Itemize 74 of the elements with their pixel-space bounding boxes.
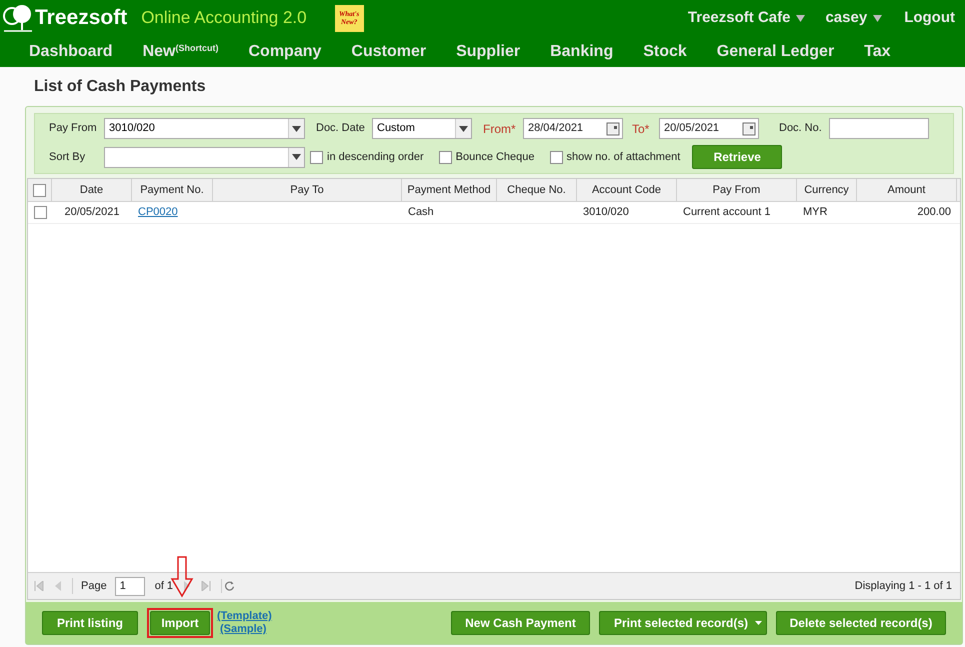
column-header[interactable]: Pay From xyxy=(677,179,797,201)
column-header[interactable]: Cheque No. xyxy=(497,179,577,201)
product-name: Online Accounting 2.0 xyxy=(141,7,307,30)
print-selected-button[interactable]: Print selected record(s) xyxy=(599,611,767,635)
user-menu[interactable]: casey xyxy=(825,6,868,30)
nav-item[interactable]: Dashboard xyxy=(29,40,113,64)
table-cell-text: MYR xyxy=(803,205,828,220)
column-header[interactable]: Account Code xyxy=(577,179,677,201)
template-link[interactable]: (Template) xyxy=(217,610,272,623)
column-header[interactable]: Currency xyxy=(797,179,857,201)
sample-link[interactable]: (Sample) xyxy=(220,623,272,636)
from-date-field[interactable]: 28/04/2021 xyxy=(523,118,623,139)
field-label: Doc. No. xyxy=(779,121,823,136)
field-label: Doc. Date xyxy=(316,121,366,136)
brand-name: Treezsoft xyxy=(35,5,128,32)
doc-date-select[interactable]: Custom xyxy=(372,118,472,139)
logout-link[interactable]: Logout xyxy=(904,6,955,30)
nav-item[interactable]: Stock xyxy=(643,40,687,64)
nav-item[interactable]: Company xyxy=(248,40,322,64)
print-listing-button[interactable]: Print listing xyxy=(42,611,138,635)
tree-logo-icon xyxy=(2,4,34,32)
field-label: To* xyxy=(632,120,650,138)
caret-icon xyxy=(755,621,762,625)
column-header[interactable]: Payment Method xyxy=(402,179,497,201)
pay-from-select[interactable]: 3010/020 xyxy=(104,118,305,139)
page-title: List of Cash Payments xyxy=(34,76,206,96)
field-label: Pay From xyxy=(49,121,98,136)
doc-no-field[interactable] xyxy=(829,118,929,139)
display-count: Displaying 1 - 1 of 1 xyxy=(854,578,952,594)
table-cell-text: Current account 1 xyxy=(683,205,770,220)
nav-item[interactable]: Banking xyxy=(550,40,614,64)
checkbox-label: Bounce Cheque xyxy=(456,150,535,165)
retrieve-button[interactable]: Retrieve xyxy=(692,145,782,169)
column-header[interactable]: Amount xyxy=(857,179,957,201)
checkbox[interactable] xyxy=(310,150,323,164)
nav-item[interactable]: New$^{(Shortcut)}$ xyxy=(142,40,218,64)
table-cell-text: 200.00 xyxy=(917,205,951,220)
company-menu[interactable]: Treezsoft Cafe xyxy=(688,6,790,30)
column-header[interactable]: Pay To xyxy=(213,179,402,201)
delete-selected-button[interactable]: Delete selected record(s) xyxy=(776,611,946,635)
payment-link[interactable]: CP0020 xyxy=(138,204,178,221)
nav-item[interactable]: Tax xyxy=(864,40,891,64)
nav-item[interactable]: General Ledger xyxy=(716,40,834,64)
column-header[interactable]: Payment No. xyxy=(132,179,213,201)
import-button[interactable]: Import xyxy=(150,611,210,635)
checkbox-label: show no. of attachment xyxy=(566,150,680,165)
checkbox[interactable] xyxy=(34,206,46,219)
checkbox-label: in descending order xyxy=(327,150,424,165)
column-header[interactable]: Date xyxy=(52,179,132,201)
dropdown-arrow-icon xyxy=(292,126,301,132)
new-cash-payment-button[interactable]: New Cash Payment xyxy=(451,611,590,635)
checkbox[interactable] xyxy=(550,150,563,164)
nav-item[interactable]: Supplier xyxy=(456,40,520,64)
table-cell-text: Cash xyxy=(408,205,434,220)
page-field[interactable]: 1 xyxy=(114,576,145,596)
refresh-icon[interactable] xyxy=(221,579,236,593)
calendar-icon xyxy=(742,122,756,136)
field-label: From* xyxy=(483,120,517,138)
sort-by-select[interactable] xyxy=(104,146,305,168)
calendar-icon xyxy=(606,122,620,136)
caret-icon xyxy=(873,14,882,22)
dropdown-arrow-icon xyxy=(459,126,468,132)
next-page-icon[interactable] xyxy=(183,581,192,591)
select-all-checkbox[interactable] xyxy=(33,184,46,196)
field-label: Sort By xyxy=(49,150,86,165)
page-count: of 1 xyxy=(154,578,174,594)
table-cell-text: 3010/020 xyxy=(583,205,629,220)
table-cell-text: 20/05/2021 xyxy=(64,205,120,220)
checkbox[interactable] xyxy=(438,150,452,164)
dropdown-arrow-icon xyxy=(292,154,301,160)
nav-item[interactable]: Customer xyxy=(351,40,426,64)
to-date-field[interactable]: 20/05/2021 xyxy=(659,118,759,139)
page-label: Page xyxy=(72,578,107,594)
caret-icon xyxy=(796,14,806,22)
